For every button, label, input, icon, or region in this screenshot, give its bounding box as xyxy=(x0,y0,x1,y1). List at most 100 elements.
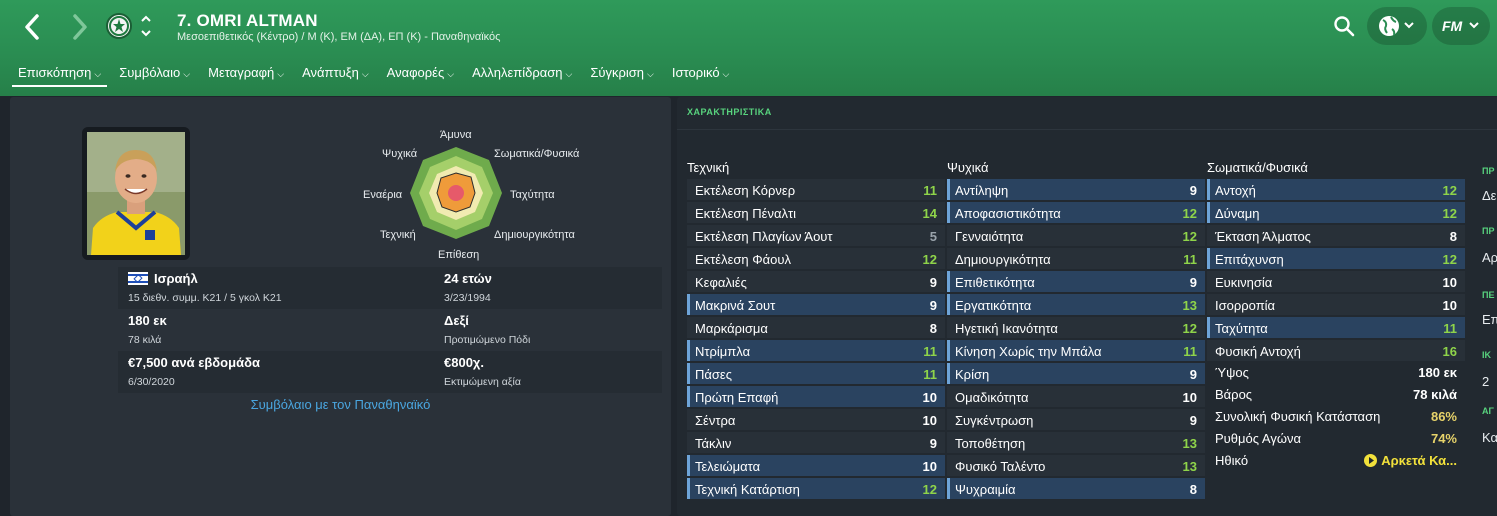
attribute-row[interactable]: Έκταση Άλματος 8 xyxy=(1207,225,1465,248)
attribute-row[interactable]: Φυσικό Ταλέντο 13 xyxy=(947,455,1205,478)
attribute-row[interactable]: Πρώτη Επαφή 10 xyxy=(687,386,945,409)
attribute-name: Μαρκάρισμα xyxy=(695,321,768,336)
attribute-row[interactable]: Εκτέλεση Φάουλ 12 xyxy=(687,248,945,271)
physical-info-label: Ύψος xyxy=(1215,365,1249,380)
up-down-chevron-icon[interactable] xyxy=(139,12,153,40)
attribute-value: 12 xyxy=(922,482,937,497)
morale-icon xyxy=(1364,454,1378,467)
attribute-name: Αντοχή xyxy=(1215,183,1256,198)
side-section-value: Δε xyxy=(1482,188,1497,203)
tab-interaction[interactable]: Αλληλεπίδραση ⌵ xyxy=(466,62,578,86)
attribute-row[interactable]: Ευκινησία 10 xyxy=(1207,271,1465,294)
attribute-value: 8 xyxy=(929,321,937,336)
language-button[interactable] xyxy=(1367,7,1427,45)
attribute-value: 11 xyxy=(923,344,937,359)
attribute-name: Αντίληψη xyxy=(955,183,1009,198)
physical-info-value[interactable]: Αρκετά Κα... xyxy=(1364,453,1457,468)
back-button[interactable] xyxy=(18,10,48,44)
attribute-row[interactable]: Ηγετική Ικανότητα 12 xyxy=(947,317,1205,340)
attribute-row[interactable]: Εργατικότητα 13 xyxy=(947,294,1205,317)
bio-row-body: 180 εκ 78 κιλά Δεξί Προτιμώμενο Πόδι xyxy=(118,309,662,351)
attribute-row[interactable]: Εκτέλεση Πέναλτι 14 xyxy=(687,202,945,225)
estimated-value: €800χ. xyxy=(444,355,485,370)
attribute-row[interactable]: Αντοχή 12 xyxy=(1207,179,1465,202)
club-crest-icon[interactable] xyxy=(106,13,132,39)
attribute-row[interactable]: Εκτέλεση Πλαγίων Άουτ 5 xyxy=(687,225,945,248)
search-icon[interactable] xyxy=(1332,14,1356,38)
forward-button[interactable] xyxy=(64,10,94,44)
attribute-name: Συγκέντρωση xyxy=(955,413,1034,428)
attribute-row[interactable]: Μαρκάρισμα 8 xyxy=(687,317,945,340)
mental-column: Ψυχικά Αντίληψη 9 Αποφασιστικότητα 12 Γενναι… xyxy=(947,160,1205,501)
attribute-value: 13 xyxy=(1182,436,1197,451)
radar-label-attack: Επίθεση xyxy=(438,249,480,261)
physical-info-label: Βάρος xyxy=(1215,387,1253,402)
attribute-row[interactable]: Αντίληψη 9 xyxy=(947,179,1205,202)
tab-overview[interactable]: Επισκόπηση ⌵ xyxy=(12,62,108,87)
attribute-name: Έκταση Άλματος xyxy=(1215,229,1311,244)
attribute-row[interactable]: Ντρίμπλα 11 xyxy=(687,340,945,363)
attribute-row[interactable]: Τελειώματα 10 xyxy=(687,455,945,478)
preferred-foot-label: Προτιμώμενο Πόδι xyxy=(444,334,531,346)
chevron-down-icon xyxy=(1469,22,1479,29)
player-weight: 78 κιλά xyxy=(128,334,162,346)
attribute-value: 10 xyxy=(922,459,937,474)
attribute-row[interactable]: Μακρινά Σουτ 9 xyxy=(687,294,945,317)
attribute-value: 9 xyxy=(929,436,937,451)
physical-info-row: Ηθικό Αρκετά Κα... xyxy=(1207,449,1465,471)
radar-label-technique: Τεχνική xyxy=(380,229,416,241)
physical-info-value: 74% xyxy=(1430,431,1457,446)
attribute-row[interactable]: Δύναμη 12 xyxy=(1207,202,1465,225)
attribute-value: 12 xyxy=(1182,229,1197,244)
attribute-name: Φυσικό Ταλέντο xyxy=(955,459,1046,474)
attribute-row[interactable]: Σέντρα 10 xyxy=(687,409,945,432)
israel-flag-icon xyxy=(128,272,148,285)
physical-column: Σωματικά/Φυσικά Ύψος 180 εκ Βάρος 78 κιλά Συ… xyxy=(1207,160,1465,468)
tab-contract[interactable]: Συμβόλαιο ⌵ xyxy=(113,62,196,86)
attribute-value: 10 xyxy=(922,413,937,428)
tab-comparison[interactable]: Σύγκριση ⌵ xyxy=(584,62,660,86)
attribute-row[interactable]: Ομαδικότητα 10 xyxy=(947,386,1205,409)
attribute-name: Δύναμη xyxy=(1215,206,1260,221)
nationality[interactable]: Ισραήλ xyxy=(154,271,198,286)
attribute-row[interactable]: Ισορροπία 10 xyxy=(1207,294,1465,317)
attribute-row[interactable]: Αποφασιστικότητα 12 xyxy=(947,202,1205,225)
attribute-name: Εκτέλεση Πέναλτι xyxy=(695,206,796,221)
attribute-row[interactable]: Εκτέλεση Κόρνερ 11 xyxy=(687,179,945,202)
attribute-row[interactable]: Κεφαλιές 9 xyxy=(687,271,945,294)
attribute-value: 9 xyxy=(1189,413,1197,428)
tab-transfer[interactable]: Μεταγραφή ⌵ xyxy=(202,62,290,86)
radar-label-aerial: Εναέρια xyxy=(363,189,403,201)
tab-development[interactable]: Ανάπτυξη ⌵ xyxy=(296,62,375,86)
attribute-row[interactable]: Πάσες 11 xyxy=(687,363,945,386)
divider xyxy=(677,129,1497,130)
attribute-row[interactable]: Ψυχραιμία 8 xyxy=(947,478,1205,501)
attribute-row[interactable]: Δημιουργικότητα 11 xyxy=(947,248,1205,271)
attribute-row[interactable]: Τάκλιν 9 xyxy=(687,432,945,455)
attribute-row[interactable]: Επιθετικότητα 9 xyxy=(947,271,1205,294)
attribute-row[interactable]: Επιτάχυνση 12 xyxy=(1207,248,1465,271)
attribute-row[interactable]: Συγκέντρωση 9 xyxy=(947,409,1205,432)
player-wage: €7,500 ανά εβδομάδα xyxy=(128,355,260,370)
attribute-value: 12 xyxy=(1442,252,1457,267)
attribute-name: Ομαδικότητα xyxy=(955,390,1029,405)
attribute-value: 10 xyxy=(1442,298,1457,313)
radar-label-physical: Σωματικά/Φυσικά xyxy=(494,148,580,160)
attribute-name: Τεχνική Κατάρτιση xyxy=(695,482,800,497)
contract-link[interactable]: Συμβόλαιο με τον Παναθηναϊκό xyxy=(10,397,671,412)
tab-history[interactable]: Ιστορικό ⌵ xyxy=(666,62,736,86)
attribute-row[interactable]: Τεχνική Κατάρτιση 12 xyxy=(687,478,945,501)
tab-reports[interactable]: Αναφορές ⌵ xyxy=(381,62,460,86)
morale-value: Αρκετά Κα... xyxy=(1381,453,1457,468)
attribute-row[interactable]: Κίνηση Χωρίς την Μπάλα 11 xyxy=(947,340,1205,363)
attribute-value: 9 xyxy=(929,298,937,313)
attribute-row[interactable]: Γενναιότητα 12 xyxy=(947,225,1205,248)
attribute-row[interactable]: Φυσική Αντοχή 16 xyxy=(1207,340,1465,363)
attribute-row[interactable]: Τοποθέτηση 13 xyxy=(947,432,1205,455)
attribute-name: Τοποθέτηση xyxy=(955,436,1026,451)
attribute-row[interactable]: Ταχύτητα 11 xyxy=(1207,317,1465,340)
attribute-row[interactable]: Κρίση 9 xyxy=(947,363,1205,386)
attribute-value: 16 xyxy=(1442,344,1457,359)
physical-info-label: Ηθικό xyxy=(1215,453,1249,468)
fm-menu-button[interactable]: FM xyxy=(1432,7,1490,45)
